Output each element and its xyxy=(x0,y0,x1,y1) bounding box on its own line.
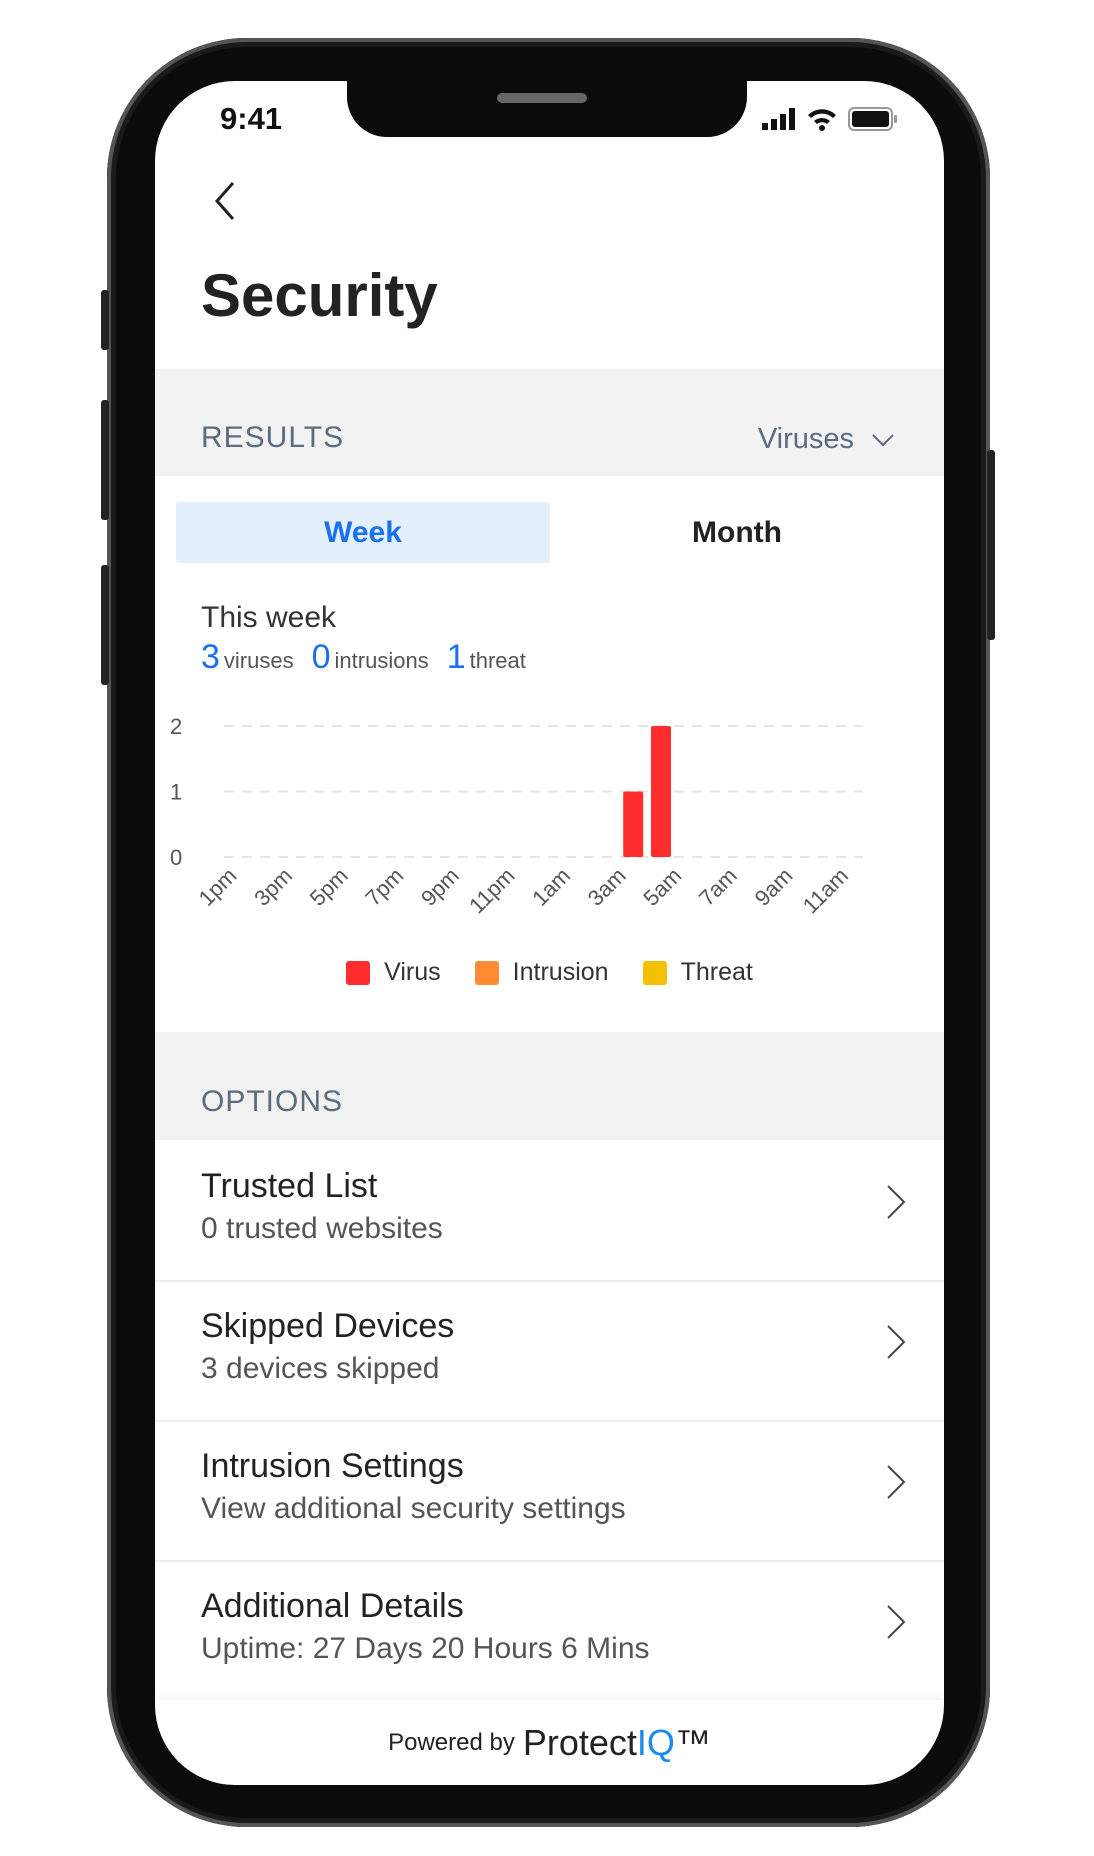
phone-side-button xyxy=(101,400,109,520)
legend-swatch xyxy=(642,960,667,985)
x-tick-label: 5pm xyxy=(305,863,353,911)
option-title: Additional Details xyxy=(201,1587,464,1625)
powered-by-text: Powered by xyxy=(388,1728,515,1756)
legend-virus: Virus xyxy=(346,958,441,987)
chevron-right-icon xyxy=(887,1605,906,1639)
options-label: OPTIONS xyxy=(201,1085,344,1118)
x-tick-label: 3am xyxy=(583,863,631,911)
legend-threat: Threat xyxy=(642,958,753,987)
chevron-right-icon xyxy=(887,1465,906,1499)
legend-intrusion: Intrusion xyxy=(474,958,609,987)
x-tick-label: 9pm xyxy=(416,863,464,911)
footer: Powered by ProtectIQ™ xyxy=(155,1700,944,1785)
option-title: Trusted List xyxy=(201,1167,378,1205)
phone-side-button xyxy=(101,565,109,685)
options-header: OPTIONS xyxy=(155,1032,944,1140)
x-tick-label: 7am xyxy=(694,863,742,911)
option-trusted-list[interactable]: Trusted List 0 trusted websites xyxy=(155,1140,944,1282)
x-tick-label: 11pm xyxy=(464,863,519,918)
x-tick-label: 9am xyxy=(750,863,798,911)
brand-logo: ProtectIQ™ xyxy=(522,1721,711,1763)
y-tick-label: 2 xyxy=(170,714,182,739)
x-tick-label: 11am xyxy=(798,863,853,918)
legend-swatch xyxy=(346,960,371,985)
y-tick-label: 0 xyxy=(170,845,182,870)
bar-virus xyxy=(623,791,644,857)
x-tick-label: 1pm xyxy=(194,863,242,911)
y-tick-label: 1 xyxy=(170,780,182,805)
x-tick-label: 3pm xyxy=(249,863,297,911)
x-tick-label: 1am xyxy=(527,863,575,911)
app-screen: 9:41 Security RESULTS Viruses Week Month… xyxy=(155,81,944,1785)
option-title: Skipped Devices xyxy=(201,1307,455,1345)
option-subtitle: 0 trusted websites xyxy=(201,1212,443,1245)
chevron-right-icon xyxy=(887,1325,906,1359)
x-tick-label: 7pm xyxy=(360,863,408,911)
x-tick-label: 5am xyxy=(638,863,686,911)
option-additional-details[interactable]: Additional Details Uptime: 27 Days 20 Ho… xyxy=(155,1560,944,1700)
legend-swatch xyxy=(474,960,499,985)
option-subtitle: 3 devices skipped xyxy=(201,1352,440,1385)
phone-side-button xyxy=(101,290,109,350)
option-subtitle: View additional security settings xyxy=(201,1492,626,1525)
phone-side-button xyxy=(987,450,995,640)
bar-virus xyxy=(651,726,671,857)
chart-legend: Virus Intrusion Threat xyxy=(155,958,944,987)
option-skipped-devices[interactable]: Skipped Devices 3 devices skipped xyxy=(155,1280,944,1422)
option-subtitle: Uptime: 27 Days 20 Hours 6 Mins xyxy=(201,1632,650,1665)
option-title: Intrusion Settings xyxy=(201,1447,464,1485)
chevron-right-icon xyxy=(887,1185,906,1219)
option-intrusion-settings[interactable]: Intrusion Settings View additional secur… xyxy=(155,1420,944,1562)
activity-chart: 0 1 2 1pm 3pm 5pm 7pm 9pm 11pm 1am 3am 5am 7am 9am 11a… xyxy=(170,714,863,918)
